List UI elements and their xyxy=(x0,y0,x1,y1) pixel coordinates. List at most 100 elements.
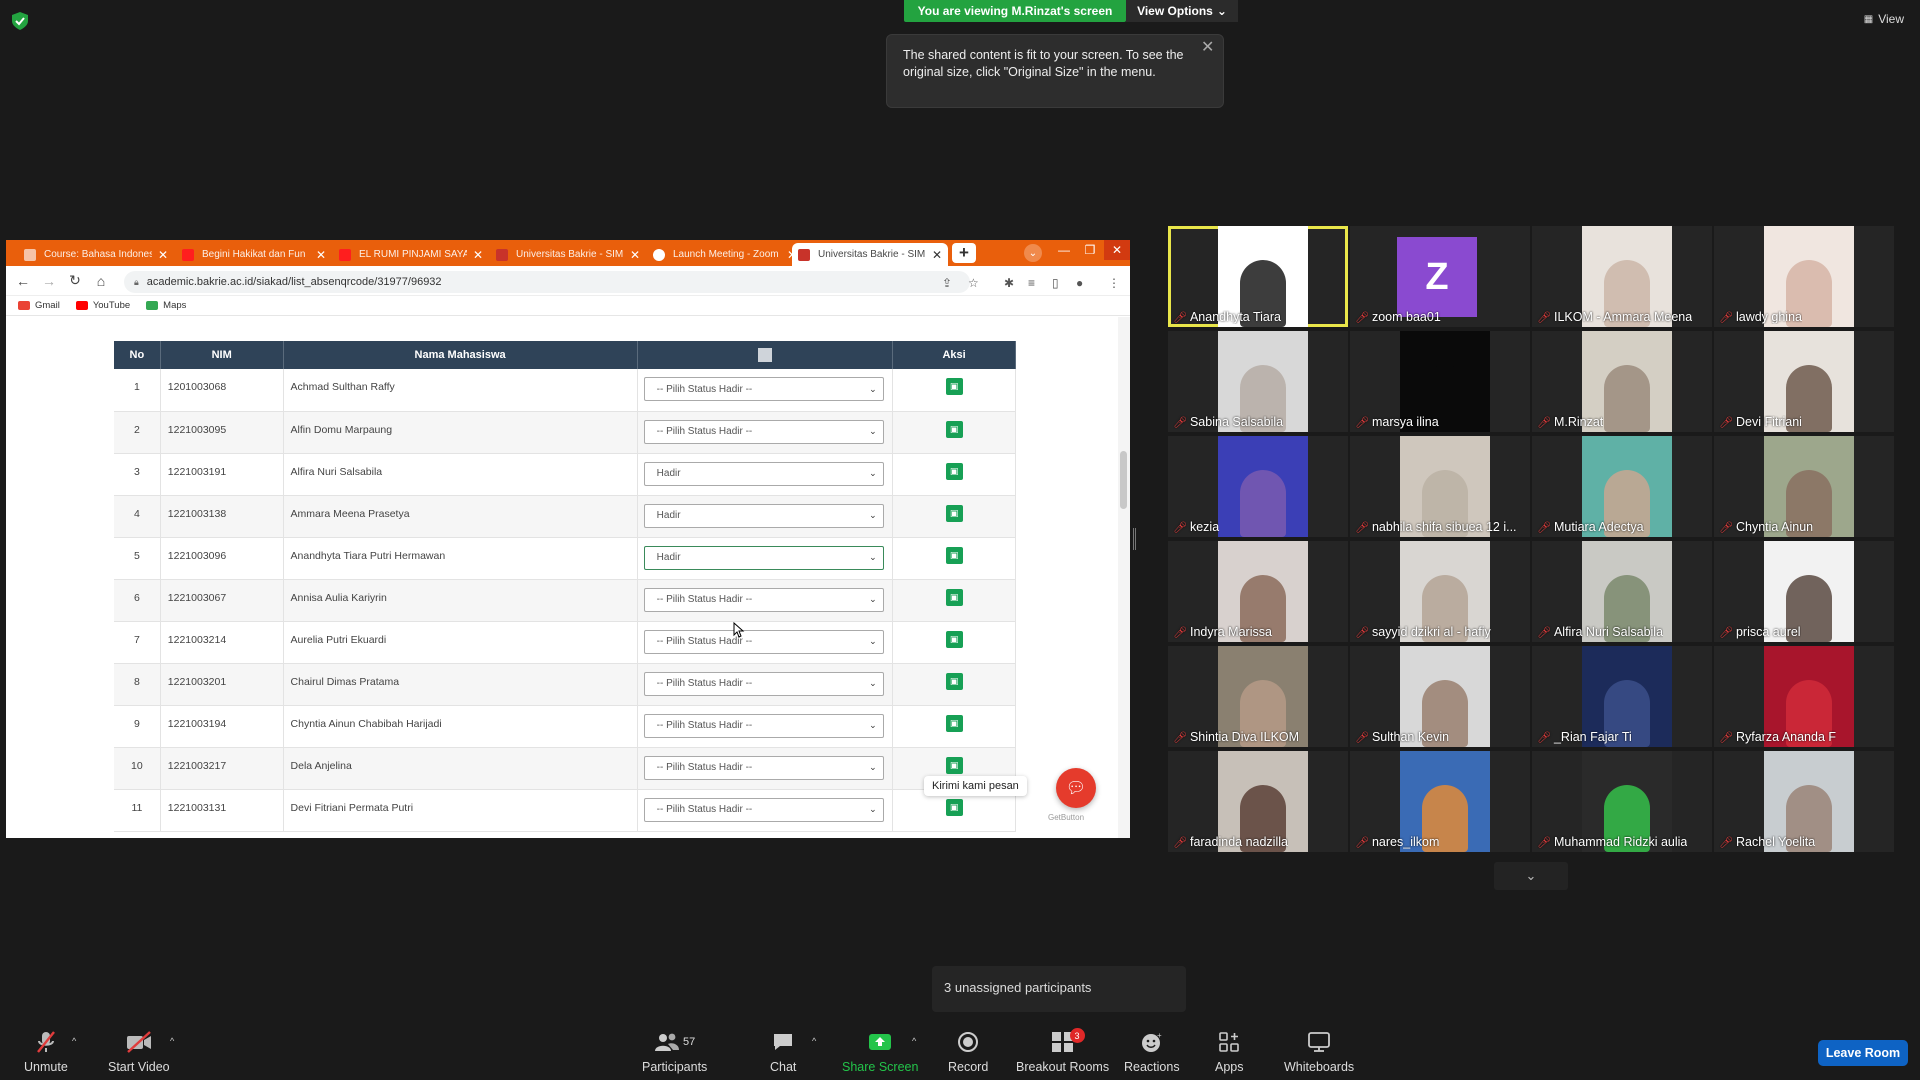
new-tab-button[interactable]: + xyxy=(952,243,976,263)
attendance-status-select[interactable]: -- Pilih Status Hadir -- ⌄ xyxy=(643,797,884,822)
chat-options-caret-icon[interactable]: ^ xyxy=(812,1036,816,1046)
save-icon[interactable]: ▣ xyxy=(945,630,963,648)
page-scrollbar[interactable] xyxy=(1118,317,1130,838)
save-icon[interactable]: ▣ xyxy=(945,378,963,395)
whiteboards-button[interactable]: Whiteboards xyxy=(1284,1030,1354,1074)
save-icon[interactable]: ▣ xyxy=(945,672,963,690)
attendance-status-select[interactable]: -- Pilih Status Hadir -- ⌄ xyxy=(643,587,884,612)
save-icon[interactable]: ▣ xyxy=(945,420,963,438)
participant-tile[interactable]: 🎤︎ Alfira Nuri Salsabila xyxy=(1532,541,1712,642)
reactions-button[interactable]: + Reactions xyxy=(1124,1030,1180,1074)
security-shield-icon[interactable] xyxy=(12,12,28,30)
participant-tile-active-speaker[interactable]: 🎤︎ Anandhyta Tiara xyxy=(1168,226,1348,327)
share-screen-button[interactable]: Share Screen xyxy=(842,1030,918,1074)
gallery-next-page-button[interactable]: ⌄ xyxy=(1494,862,1568,890)
reading-list-icon[interactable]: ≡ xyxy=(1028,276,1035,290)
participant-tile[interactable]: 🎤︎ prisca aurel xyxy=(1714,541,1894,642)
minimize-icon[interactable]: — xyxy=(1052,240,1076,260)
attendance-status-select[interactable]: -- Pilih Status Hadir -- ⌄ xyxy=(643,377,884,401)
home-icon[interactable]: ⌂ xyxy=(88,273,114,289)
chat-button[interactable]: Chat xyxy=(770,1030,796,1074)
participants-button[interactable]: 57 Participants xyxy=(642,1030,707,1074)
close-icon[interactable]: ✕ xyxy=(1201,40,1215,56)
bookmark-maps[interactable]: Maps xyxy=(146,300,186,311)
reload-icon[interactable]: ↻ xyxy=(62,272,88,289)
close-tab-icon[interactable]: ✕ xyxy=(630,248,640,262)
participant-tile[interactable]: 🎤︎ marsya ilina xyxy=(1350,331,1530,432)
forward-icon[interactable]: → xyxy=(36,273,62,289)
close-tab-icon[interactable]: ✕ xyxy=(316,248,326,262)
save-icon[interactable]: ▣ xyxy=(945,504,963,522)
participant-tile[interactable]: Z 🎤︎ zoom baa01 xyxy=(1350,226,1530,327)
browser-tab[interactable]: Begini Hakikat dan Fun ✕ xyxy=(176,243,332,266)
window-close-icon[interactable]: ✕ xyxy=(1104,240,1130,260)
select-all-checkbox[interactable] xyxy=(757,348,772,362)
browser-tab[interactable]: EL RUMI PINJAMI SAYA ✕ xyxy=(333,243,489,266)
kebab-menu-icon[interactable]: ⋮ xyxy=(1108,276,1120,290)
participant-tile[interactable]: 🎤︎ M.Rinzat xyxy=(1532,331,1712,432)
leave-room-button[interactable]: Leave Room xyxy=(1818,1040,1908,1066)
close-tab-icon[interactable]: ✕ xyxy=(932,248,942,262)
save-icon[interactable]: ▣ xyxy=(945,798,963,816)
participant-tile[interactable]: 🎤︎ Ryfarza Ananda F xyxy=(1714,646,1894,747)
back-icon[interactable]: ← xyxy=(10,273,36,289)
extensions-icon[interactable]: ✱ xyxy=(1004,276,1014,290)
browser-tab[interactable]: Universitas Bakrie - SIM ✕ xyxy=(490,243,646,266)
save-icon[interactable]: ▣ xyxy=(945,714,963,732)
participant-tile[interactable]: 🎤︎ ILKOM - Ammara Meena xyxy=(1532,226,1712,327)
participant-tile[interactable]: 🎤︎ Chyntia Ainun xyxy=(1714,436,1894,537)
bookmark-gmail[interactable]: Gmail xyxy=(18,300,60,311)
participant-tile[interactable]: 🎤︎ Rachel Yoelita xyxy=(1714,751,1894,852)
start-video-button[interactable]: Start Video xyxy=(108,1030,170,1074)
save-icon[interactable]: ▣ xyxy=(945,462,963,480)
share-icon[interactable]: ⇪ xyxy=(942,276,952,290)
side-panel-icon[interactable]: ▯ xyxy=(1052,276,1059,290)
restore-icon[interactable]: ❐ xyxy=(1078,240,1102,260)
participant-tile[interactable]: 🎤︎ nares_ilkom xyxy=(1350,751,1530,852)
attendance-status-select[interactable]: Hadir ⌄ xyxy=(643,461,884,486)
unassigned-participants-notice[interactable]: 3 unassigned participants xyxy=(932,966,1186,1012)
attendance-status-select[interactable]: -- Pilih Status Hadir -- ⌄ xyxy=(643,419,884,444)
participant-tile[interactable]: 🎤︎ sayyid dzikri al - hafiy xyxy=(1350,541,1530,642)
audio-options-caret-icon[interactable]: ^ xyxy=(72,1036,76,1046)
browser-tab[interactable]: Launch Meeting - Zoom ✕ xyxy=(647,243,803,266)
participant-tile[interactable]: 🎤︎ lawdy ghina xyxy=(1714,226,1894,327)
participant-tile[interactable]: 🎤︎ _Rian Fajar Ti xyxy=(1532,646,1712,747)
participant-tile[interactable]: 🎤︎ Sulthan Kevin xyxy=(1350,646,1530,747)
participant-tile[interactable]: 🎤︎ Indyra Marissa xyxy=(1168,541,1348,642)
participant-tile[interactable]: 🎤︎ Devi Fitriani xyxy=(1714,331,1894,432)
split-view-handle[interactable] xyxy=(1133,528,1136,550)
attendance-status-select[interactable]: -- Pilih Status Hadir -- ⌄ xyxy=(643,629,884,654)
attendance-status-select[interactable]: -- Pilih Status Hadir -- ⌄ xyxy=(643,671,884,696)
attendance-status-select[interactable]: Hadir ⌄ xyxy=(643,503,884,528)
attendance-status-select[interactable]: -- Pilih Status Hadir -- ⌄ xyxy=(643,755,884,780)
participant-tile[interactable]: 🎤︎ Mutiara Adectya xyxy=(1532,436,1712,537)
video-options-caret-icon[interactable]: ^ xyxy=(170,1036,174,1046)
profile-avatar-icon[interactable]: ● xyxy=(1076,276,1083,290)
attendance-status-select[interactable]: -- Pilih Status Hadir -- ⌄ xyxy=(643,713,884,738)
browser-tab-active[interactable]: Universitas Bakrie - SIM ✕ xyxy=(792,243,948,266)
view-options-button[interactable]: View Options ⌄ xyxy=(1126,0,1238,22)
bookmark-youtube[interactable]: YouTube xyxy=(75,300,130,311)
chat-widget-button[interactable]: 💬︎ xyxy=(1056,768,1096,808)
save-icon[interactable]: ▣ xyxy=(945,546,963,564)
save-icon[interactable]: ▣ xyxy=(945,756,963,774)
star-icon[interactable]: ☆ xyxy=(968,276,979,290)
close-tab-icon[interactable]: ✕ xyxy=(473,248,483,262)
participant-tile[interactable]: 🎤︎ faradinda nadzilla xyxy=(1168,751,1348,852)
record-button[interactable]: Record xyxy=(948,1030,988,1074)
address-bar[interactable]: 🔒︎ academic.bakrie.ac.id/siakad/list_abs… xyxy=(124,271,970,293)
browser-tab[interactable]: Course: Bahasa Indonesi ✕ xyxy=(18,243,174,266)
chat-widget-label[interactable]: Kirimi kami pesan xyxy=(924,776,1027,796)
participant-tile[interactable]: 🎤︎ kezia xyxy=(1168,436,1348,537)
participant-tile[interactable]: 🎤︎ Sabina Salsabila xyxy=(1168,331,1348,432)
tab-search-icon[interactable]: ⌄ xyxy=(1024,244,1042,262)
participant-tile[interactable]: 🎤︎ Shintia Diva ILKOM xyxy=(1168,646,1348,747)
breakout-rooms-button[interactable]: 3 Breakout Rooms xyxy=(1016,1028,1109,1074)
attendance-status-select[interactable]: Hadir ⌄ xyxy=(643,545,884,570)
save-icon[interactable]: ▣ xyxy=(945,588,963,606)
view-button[interactable]: ▦ View xyxy=(1864,12,1904,26)
scroll-thumb[interactable] xyxy=(1120,451,1127,509)
participant-tile[interactable]: 🎤︎ nabhila shifa sibuea 12 i... xyxy=(1350,436,1530,537)
participant-tile[interactable]: 🎤︎ Muhammad Ridzki aulia xyxy=(1532,751,1712,852)
